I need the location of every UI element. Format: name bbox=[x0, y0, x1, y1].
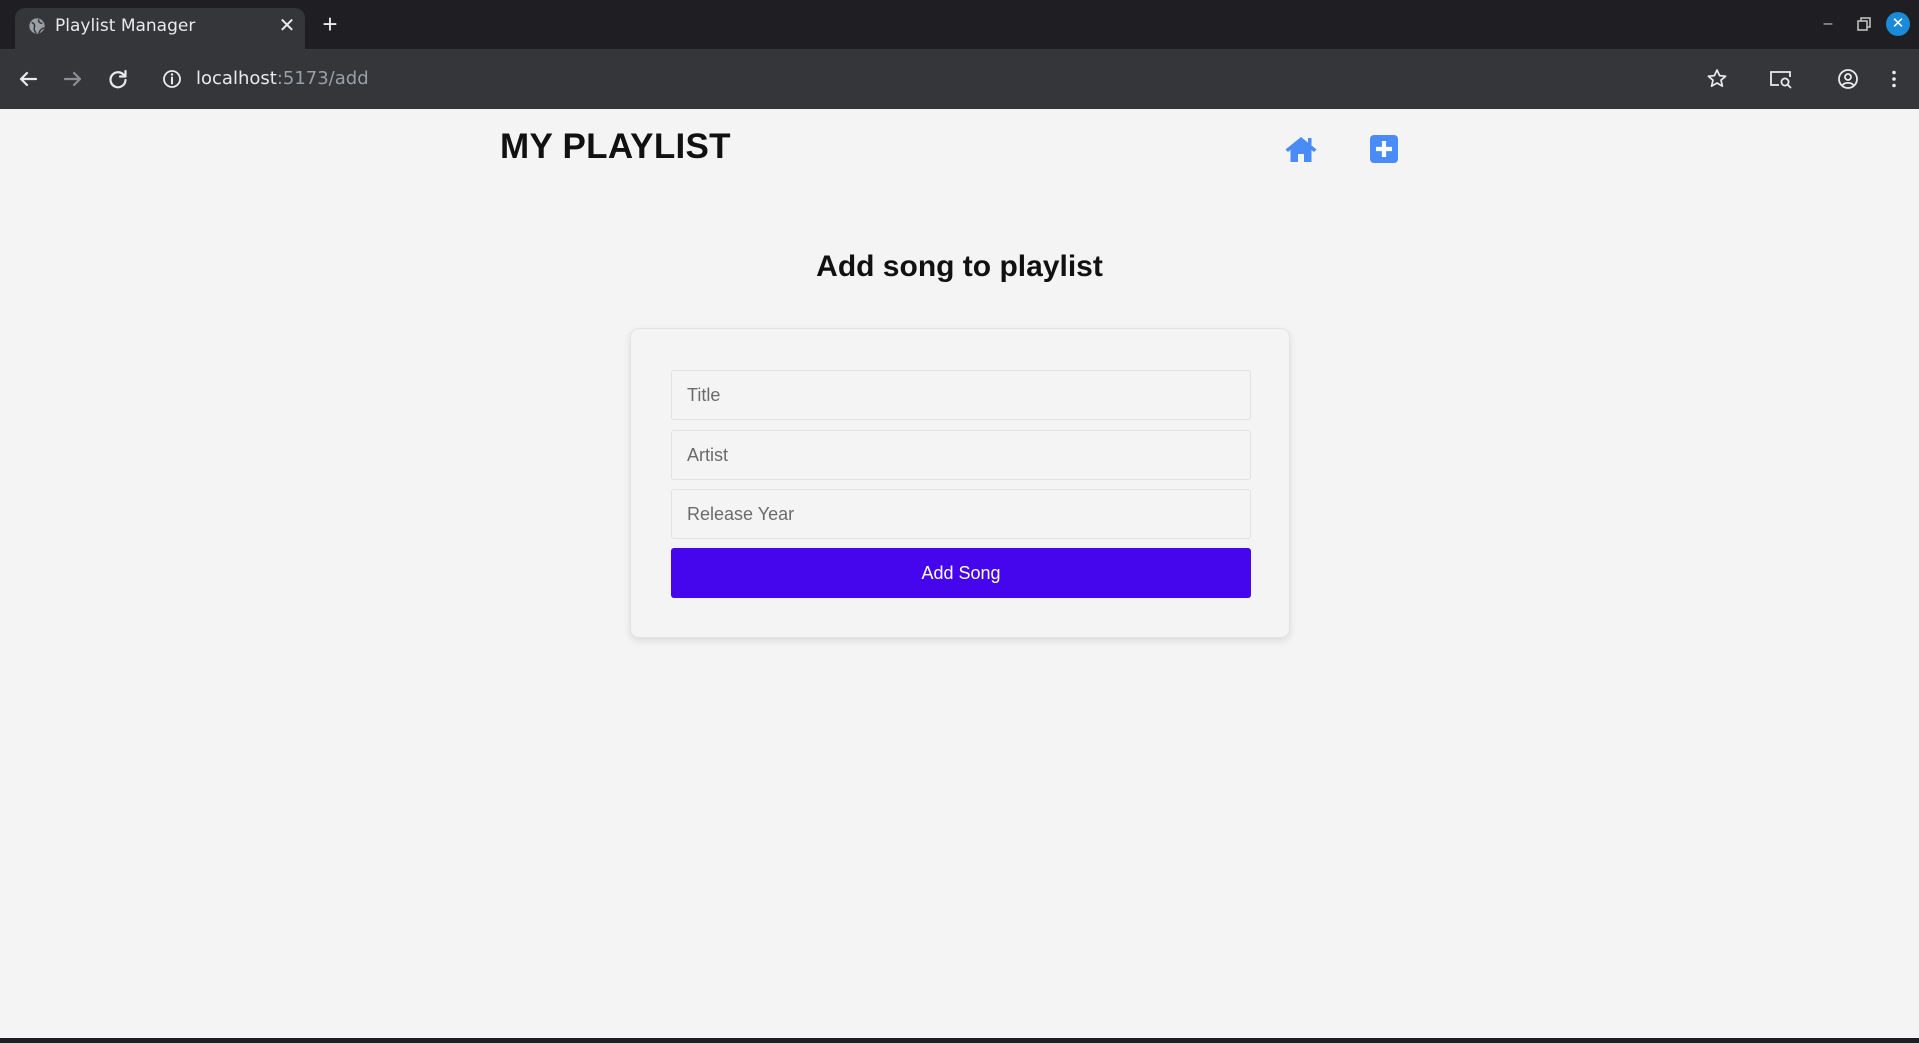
url-path: :5173/add bbox=[276, 68, 369, 89]
url-host: localhost bbox=[196, 68, 277, 89]
reload-icon[interactable] bbox=[104, 65, 132, 93]
window-bottom-border bbox=[0, 1038, 1919, 1043]
page-title: Add song to playlist bbox=[816, 250, 1103, 283]
kebab-menu-icon[interactable] bbox=[1880, 65, 1908, 93]
search-tab-icon[interactable] bbox=[1767, 65, 1795, 93]
address-bar[interactable]: localhost:5173/add bbox=[196, 68, 369, 89]
window-close-icon[interactable]: ✕ bbox=[1886, 12, 1910, 36]
profile-icon[interactable] bbox=[1834, 65, 1862, 93]
add-song-form: Add Song bbox=[630, 328, 1290, 638]
restore-icon[interactable] bbox=[1852, 12, 1876, 36]
back-icon[interactable] bbox=[14, 65, 42, 93]
page-content: MY PLAYLIST Add song to playlist Add Son… bbox=[0, 109, 1919, 1038]
artist-input[interactable] bbox=[671, 430, 1251, 480]
release-year-input[interactable] bbox=[671, 489, 1251, 539]
browser-tab[interactable]: Playlist Manager ✕ bbox=[15, 8, 305, 49]
site-info-icon[interactable] bbox=[158, 65, 186, 93]
add-song-button[interactable]: Add Song bbox=[671, 548, 1251, 598]
home-icon[interactable] bbox=[1284, 132, 1318, 166]
globe-icon bbox=[29, 18, 45, 34]
plus-square-icon[interactable] bbox=[1367, 132, 1401, 166]
title-input[interactable] bbox=[671, 370, 1251, 420]
tab-title: Playlist Manager bbox=[55, 16, 196, 36]
browser-toolbar: localhost:5173/add bbox=[0, 49, 1919, 109]
forward-icon[interactable] bbox=[59, 65, 87, 93]
brand-logo[interactable]: MY PLAYLIST bbox=[500, 127, 731, 167]
tab-close-icon[interactable]: ✕ bbox=[277, 16, 297, 36]
browser-tab-bar: Playlist Manager ✕ + – ✕ bbox=[0, 0, 1919, 49]
new-tab-button[interactable]: + bbox=[318, 11, 342, 37]
minimize-icon[interactable]: – bbox=[1816, 12, 1840, 36]
bookmark-star-icon[interactable] bbox=[1703, 65, 1731, 93]
